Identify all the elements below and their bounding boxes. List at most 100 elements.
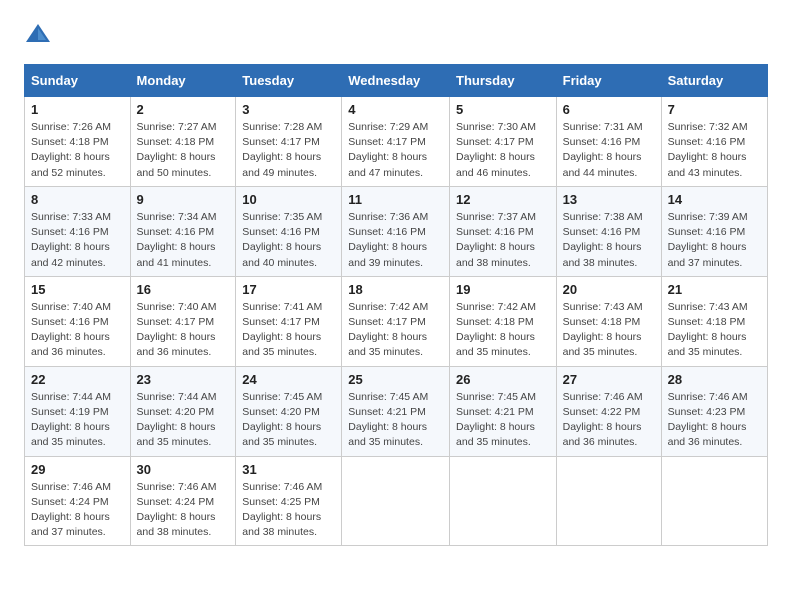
page-header: [24, 20, 768, 48]
day-number: 16: [137, 282, 230, 297]
day-detail: Sunrise: 7:44 AMSunset: 4:20 PMDaylight:…: [137, 390, 230, 451]
day-detail: Sunrise: 7:46 AMSunset: 4:24 PMDaylight:…: [31, 480, 124, 541]
calendar-cell: 13Sunrise: 7:38 AMSunset: 4:16 PMDayligh…: [556, 186, 661, 276]
calendar-cell: 9 Sunrise: 7:34 AMSunset: 4:16 PMDaylight…: [130, 186, 236, 276]
day-number: 6: [563, 102, 655, 117]
day-number: 12: [456, 192, 550, 207]
calendar-cell: 19 Sunrise: 7:42 AMSunset: 4:18 PMDayligh…: [450, 276, 557, 366]
day-detail: Sunrise: 7:37 AMSunset: 4:16 PMDaylight:…: [456, 210, 550, 271]
calendar-cell: 1Sunrise: 7:26 AMSunset: 4:18 PMDaylight…: [25, 97, 131, 187]
day-number: 4: [348, 102, 443, 117]
calendar-cell: 10 Sunrise: 7:35 AMSunset: 4:16 PMDayligh…: [236, 186, 342, 276]
day-number: 10: [242, 192, 335, 207]
calendar-cell: [661, 456, 767, 546]
calendar-cell: [450, 456, 557, 546]
day-number: 3: [242, 102, 335, 117]
day-detail: Sunrise: 7:40 AMSunset: 4:16 PMDaylight:…: [31, 300, 124, 361]
calendar-cell: 30 Sunrise: 7:46 AMSunset: 4:24 PMDayligh…: [130, 456, 236, 546]
day-detail: Sunrise: 7:46 AMSunset: 4:23 PMDaylight:…: [668, 390, 761, 451]
day-number: 23: [137, 372, 230, 387]
day-detail: Sunrise: 7:36 AMSunset: 4:16 PMDaylight:…: [348, 210, 443, 271]
day-number: 30: [137, 462, 230, 477]
calendar-cell: 16 Sunrise: 7:40 AMSunset: 4:17 PMDayligh…: [130, 276, 236, 366]
day-detail: Sunrise: 7:40 AMSunset: 4:17 PMDaylight:…: [137, 300, 230, 361]
calendar-week-row: 15 Sunrise: 7:40 AMSunset: 4:16 PMDayligh…: [25, 276, 768, 366]
day-number: 7: [668, 102, 761, 117]
day-detail: Sunrise: 7:34 AMSunset: 4:16 PMDaylight:…: [137, 210, 230, 271]
calendar-cell: 7 Sunrise: 7:32 AMSunset: 4:16 PMDaylight…: [661, 97, 767, 187]
day-number: 26: [456, 372, 550, 387]
day-detail: Sunrise: 7:27 AMSunset: 4:18 PMDaylight:…: [137, 120, 230, 181]
calendar-cell: 20 Sunrise: 7:43 AMSunset: 4:18 PMDayligh…: [556, 276, 661, 366]
calendar-week-row: 22 Sunrise: 7:44 AMSunset: 4:19 PMDayligh…: [25, 366, 768, 456]
day-number: 22: [31, 372, 124, 387]
calendar-cell: 17Sunrise: 7:41 AMSunset: 4:17 PMDayligh…: [236, 276, 342, 366]
day-detail: Sunrise: 7:32 AMSunset: 4:16 PMDaylight:…: [668, 120, 761, 181]
day-detail: Sunrise: 7:33 AMSunset: 4:16 PMDaylight:…: [31, 210, 124, 271]
calendar-header-sunday: Sunday: [25, 65, 131, 97]
calendar-cell: 24 Sunrise: 7:45 AMSunset: 4:20 PMDayligh…: [236, 366, 342, 456]
calendar-cell: 5 Sunrise: 7:30 AMSunset: 4:17 PMDaylight…: [450, 97, 557, 187]
calendar-cell: 8 Sunrise: 7:33 AMSunset: 4:16 PMDaylight…: [25, 186, 131, 276]
calendar-cell: 27 Sunrise: 7:46 AMSunset: 4:22 PMDayligh…: [556, 366, 661, 456]
calendar-header-thursday: Thursday: [450, 65, 557, 97]
logo-icon: [24, 20, 52, 48]
day-detail: Sunrise: 7:46 AMSunset: 4:22 PMDaylight:…: [563, 390, 655, 451]
calendar-header-tuesday: Tuesday: [236, 65, 342, 97]
day-number: 27: [563, 372, 655, 387]
day-detail: Sunrise: 7:45 AMSunset: 4:20 PMDaylight:…: [242, 390, 335, 451]
day-number: 5: [456, 102, 550, 117]
calendar-cell: 28Sunrise: 7:46 AMSunset: 4:23 PMDayligh…: [661, 366, 767, 456]
day-detail: Sunrise: 7:30 AMSunset: 4:17 PMDaylight:…: [456, 120, 550, 181]
day-number: 9: [137, 192, 230, 207]
calendar-cell: 18 Sunrise: 7:42 AMSunset: 4:17 PMDayligh…: [342, 276, 450, 366]
calendar-cell: 11 Sunrise: 7:36 AMSunset: 4:16 PMDayligh…: [342, 186, 450, 276]
day-number: 18: [348, 282, 443, 297]
calendar-cell: 3Sunrise: 7:28 AMSunset: 4:17 PMDaylight…: [236, 97, 342, 187]
calendar-cell: 12 Sunrise: 7:37 AMSunset: 4:16 PMDayligh…: [450, 186, 557, 276]
calendar-cell: 14 Sunrise: 7:39 AMSunset: 4:16 PMDayligh…: [661, 186, 767, 276]
day-number: 31: [242, 462, 335, 477]
logo: [24, 20, 56, 48]
day-detail: Sunrise: 7:29 AMSunset: 4:17 PMDaylight:…: [348, 120, 443, 181]
calendar-week-row: 29 Sunrise: 7:46 AMSunset: 4:24 PMDayligh…: [25, 456, 768, 546]
calendar-cell: 6Sunrise: 7:31 AMSunset: 4:16 PMDaylight…: [556, 97, 661, 187]
day-number: 20: [563, 282, 655, 297]
day-detail: Sunrise: 7:43 AMSunset: 4:18 PMDaylight:…: [563, 300, 655, 361]
day-number: 2: [137, 102, 230, 117]
day-number: 19: [456, 282, 550, 297]
day-detail: Sunrise: 7:45 AMSunset: 4:21 PMDaylight:…: [348, 390, 443, 451]
day-detail: Sunrise: 7:44 AMSunset: 4:19 PMDaylight:…: [31, 390, 124, 451]
calendar-header-monday: Monday: [130, 65, 236, 97]
day-number: 15: [31, 282, 124, 297]
calendar-cell: 22 Sunrise: 7:44 AMSunset: 4:19 PMDayligh…: [25, 366, 131, 456]
day-detail: Sunrise: 7:42 AMSunset: 4:18 PMDaylight:…: [456, 300, 550, 361]
calendar-cell: 31Sunrise: 7:46 AMSunset: 4:25 PMDayligh…: [236, 456, 342, 546]
calendar-cell: 2 Sunrise: 7:27 AMSunset: 4:18 PMDaylight…: [130, 97, 236, 187]
calendar-cell: 23 Sunrise: 7:44 AMSunset: 4:20 PMDayligh…: [130, 366, 236, 456]
day-detail: Sunrise: 7:46 AMSunset: 4:24 PMDaylight:…: [137, 480, 230, 541]
day-number: 25: [348, 372, 443, 387]
day-detail: Sunrise: 7:39 AMSunset: 4:16 PMDaylight:…: [668, 210, 761, 271]
day-detail: Sunrise: 7:35 AMSunset: 4:16 PMDaylight:…: [242, 210, 335, 271]
calendar-cell: 21 Sunrise: 7:43 AMSunset: 4:18 PMDayligh…: [661, 276, 767, 366]
calendar-table: SundayMondayTuesdayWednesdayThursdayFrid…: [24, 64, 768, 546]
day-number: 29: [31, 462, 124, 477]
day-number: 21: [668, 282, 761, 297]
calendar-cell: 26Sunrise: 7:45 AMSunset: 4:21 PMDayligh…: [450, 366, 557, 456]
calendar-cell: 25 Sunrise: 7:45 AMSunset: 4:21 PMDayligh…: [342, 366, 450, 456]
day-detail: Sunrise: 7:43 AMSunset: 4:18 PMDaylight:…: [668, 300, 761, 361]
calendar-cell: [556, 456, 661, 546]
day-detail: Sunrise: 7:42 AMSunset: 4:17 PMDaylight:…: [348, 300, 443, 361]
day-number: 11: [348, 192, 443, 207]
day-number: 1: [31, 102, 124, 117]
calendar-cell: 15 Sunrise: 7:40 AMSunset: 4:16 PMDayligh…: [25, 276, 131, 366]
day-number: 13: [563, 192, 655, 207]
calendar-cell: 4 Sunrise: 7:29 AMSunset: 4:17 PMDaylight…: [342, 97, 450, 187]
day-detail: Sunrise: 7:41 AMSunset: 4:17 PMDaylight:…: [242, 300, 335, 361]
day-number: 8: [31, 192, 124, 207]
calendar-header-friday: Friday: [556, 65, 661, 97]
calendar-week-row: 8 Sunrise: 7:33 AMSunset: 4:16 PMDaylight…: [25, 186, 768, 276]
day-number: 24: [242, 372, 335, 387]
day-number: 14: [668, 192, 761, 207]
